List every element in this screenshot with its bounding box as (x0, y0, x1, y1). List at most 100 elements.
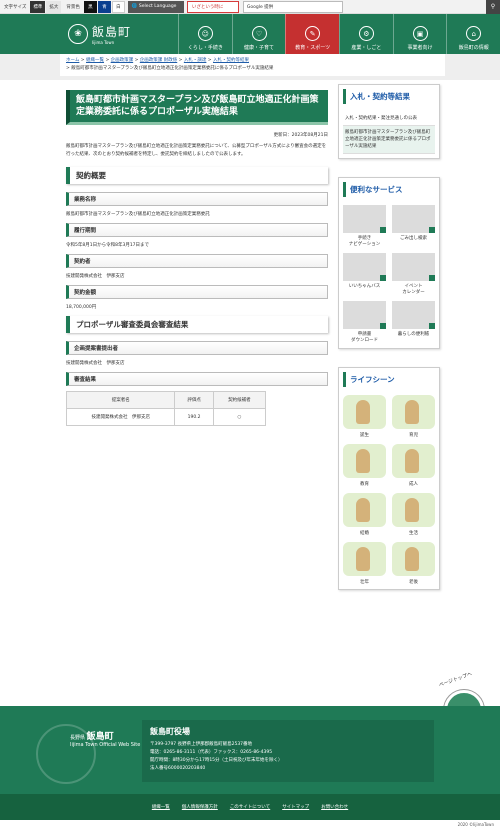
site-logo[interactable]: ❀ 飯島町 Iijima Town (0, 14, 178, 54)
nyusatsu-card: 入札・契約等結果 入札・契約結果・発注見通しの公表 飯島町都市計画マスタープラン… (338, 84, 440, 159)
office-address: 〒399-3797 長野県上伊那郡飯島町飯島2537番地 (150, 742, 253, 747)
search-button[interactable]: ⚲ (486, 0, 500, 14)
table-header: 提案者名 (65, 391, 176, 409)
breadcrumb-finance[interactable]: 企画政策課 財政係 (140, 58, 177, 63)
trash-icon (392, 205, 435, 233)
value-amount: 18,700,000円 (66, 305, 97, 310)
services-card: 便利なサービス 手続き ナビゲーション ごみ出し検索 いいちゃんバス イベント … (338, 177, 440, 349)
breadcrumb-home[interactable]: ホーム (66, 58, 79, 63)
site-footer: 長野県 飯島町 Iijima Town Official Web Site 飯島… (0, 706, 500, 794)
sidebar-link-current[interactable]: 飯島町都市計画マスタープラン及び飯島町立地適正化計画策定業務委託に係るプロポーザ… (343, 126, 435, 154)
nav-item-education[interactable]: ✎ 教育・スポーツ (285, 14, 340, 54)
life-elderly[interactable]: 老後 (392, 542, 435, 585)
global-nav: ☺ くらし・手続き ♡ 健康・子育て ✎ 教育・スポーツ ⚙ 産業・しごと ▣ 事業者向け… (178, 14, 500, 54)
value-contractor: 技建開発株式会社 伊那支店 (66, 274, 125, 279)
font-standard-button[interactable]: 標準 (30, 0, 46, 13)
businessman-icon (343, 542, 386, 576)
handbook-icon (392, 301, 435, 329)
font-size-label: 文字サイズ (4, 4, 27, 10)
bg-blue-button[interactable]: 青 (97, 0, 111, 13)
office-name: 飯島町役場 (150, 727, 190, 736)
breadcrumb-procurement[interactable]: 入札・調達 (184, 58, 207, 63)
adult-icon (392, 444, 435, 478)
elderly-icon (392, 542, 435, 576)
emergency-link[interactable]: いざという時に (186, 0, 239, 13)
stroller-icon (392, 395, 435, 429)
nav-item-business[interactable]: ▣ 事業者向け (392, 14, 447, 54)
briefcase-icon: ▣ (412, 26, 428, 41)
breadcrumb-current: 飯島町都市計画マスタープラン及び飯島町立地適正化計画策定業務委託に係るプロポーザ… (71, 66, 274, 71)
nav-item-town-info[interactable]: ⌂ 飯島町の情報 (446, 14, 500, 54)
factory-icon: ⚙ (358, 26, 374, 41)
updated-date: 更新日：2023年08月21日 (273, 133, 328, 138)
footer-link-sitemap[interactable]: サイトマップ (282, 804, 309, 810)
footer-link-about[interactable]: このサイトについて (230, 804, 270, 810)
bg-white-button[interactable]: 白 (111, 0, 125, 13)
section-heading-contract: 契約概要 (66, 167, 328, 184)
breadcrumb-results[interactable]: 入札・契約等結果 (213, 58, 249, 63)
sidebar-link-list[interactable]: 入札・契約結果・発注見通しの公表 (343, 112, 435, 126)
pagetop-label: ページトップへ (438, 671, 474, 689)
life-childcare[interactable]: 育児 (392, 395, 435, 438)
life-living[interactable]: 生活 (392, 493, 435, 536)
service-bus[interactable]: いいちゃんバス (343, 253, 386, 296)
breadcrumb-planning[interactable]: 企画政策課 (111, 58, 134, 63)
service-calendar[interactable]: イベント カレンダー (392, 253, 435, 296)
office-hours: 開庁時間：8時30分から17時15分（土日祝及び年末年始を除く） (150, 758, 283, 763)
footer-logo: 長野県 飯島町 Iijima Town Official Web Site (70, 732, 141, 748)
life-marriage[interactable]: 結婚 (343, 493, 386, 536)
nav-item-industry[interactable]: ⚙ 産業・しごと (339, 14, 393, 54)
life-adult[interactable]: 成人 (392, 444, 435, 487)
service-forms[interactable]: 申請書 ダウンロード (343, 301, 386, 344)
services-grid: 手続き ナビゲーション ごみ出し検索 いいちゃんバス イベント カレンダー 申請… (343, 205, 435, 344)
heart-icon: ♡ (251, 26, 267, 41)
table-header: 評価点 (174, 391, 214, 409)
label-submitter: 企画提案書提出者 (66, 341, 328, 355)
life-middleage[interactable]: 壮年 (343, 542, 386, 585)
bg-black-button[interactable]: 黒 (83, 0, 97, 13)
table-header-row: 提案者名 評価点 契約候補者 (65, 391, 267, 409)
person-icon: ☺ (197, 26, 213, 41)
label-period: 履行期間 (66, 223, 328, 237)
bus-icon (343, 253, 386, 281)
nyusatsu-title[interactable]: 入札・契約等結果 (343, 89, 435, 104)
life-education[interactable]: 教育 (343, 444, 386, 487)
logo-subtitle: Iijima Town (92, 40, 115, 45)
corp-number: 法人番号6000020203840 (150, 766, 206, 771)
site-header: ❀ 飯島町 Iijima Town ☺ くらし・手続き ♡ 健康・子育て ✎ 教育・ス… (0, 14, 500, 54)
search-input[interactable]: Google 提供 (242, 0, 343, 13)
document-icon (343, 301, 386, 329)
copyright: 2020 ©IijimaTown (457, 822, 494, 827)
footer-link-org[interactable]: 組織一覧 (152, 804, 170, 810)
label-amount: 契約金額 (66, 285, 328, 299)
services-title: 便利なサービス (343, 182, 435, 197)
page-title: 飯島町都市計画マスタープラン及び飯島町立地適正化計画策定業務委託に係るプロポーザ… (66, 90, 328, 125)
breadcrumb: ホーム > 組織一覧 > 企画政策課 > 企画政策課 財政係 > 入札・調達 >… (60, 54, 445, 76)
breadcrumb-org[interactable]: 組織一覧 (86, 58, 104, 63)
nav-item-health[interactable]: ♡ 健康・子育て (231, 14, 286, 54)
value-submitter: 技建開発株式会社 伊那支店 (66, 361, 125, 366)
font-large-button[interactable]: 拡大 (46, 0, 62, 13)
result-table: 提案者名 評価点 契約候補者 技建開発株式会社 伊那支店 190.2 ○ (65, 391, 267, 426)
logo-title: 飯島町 (92, 25, 132, 39)
footer-link-privacy[interactable]: 個人情報保護方針 (182, 804, 218, 810)
service-procedure-nav[interactable]: 手続き ナビゲーション (343, 205, 386, 248)
label-contractor: 契約者 (66, 254, 328, 268)
office-tel: 電話：0265-86-3111（代表）ファックス：0265-86-4395 (150, 750, 273, 755)
sidebar: 入札・契約等結果 入札・契約結果・発注見通しの公表 飯島町都市計画マスタープラン… (338, 84, 440, 608)
house-icon (392, 493, 435, 527)
student-icon (343, 444, 386, 478)
language-select[interactable]: 🌐 Select Language (127, 0, 184, 13)
town-emblem-icon: ❀ (68, 24, 88, 44)
nav-item-living[interactable]: ☺ くらし・手続き (178, 14, 232, 54)
building-icon: ⌂ (466, 26, 482, 41)
footer-link-contact[interactable]: お問い合わせ (321, 804, 348, 810)
life-birth[interactable]: 誕生 (343, 395, 386, 438)
service-handbook[interactable]: 暮らしの便利帳 (392, 301, 435, 344)
lifescene-card: ライフシーン 誕生 育児 教育 成人 結婚 生活 壮年 老後 (338, 367, 440, 590)
service-garbage[interactable]: ごみ出し検索 (392, 205, 435, 248)
intro-text: 飯島町都市計画マスタープラン及び飯島町立地適正化計画策定業務委託について、公募型… (66, 144, 327, 157)
section-heading-review: プロポーザル審査委員会審査結果 (66, 316, 328, 333)
label-business-name: 業務名称 (66, 192, 328, 206)
table-cell: 技建開発株式会社 伊那支店 (65, 408, 176, 426)
